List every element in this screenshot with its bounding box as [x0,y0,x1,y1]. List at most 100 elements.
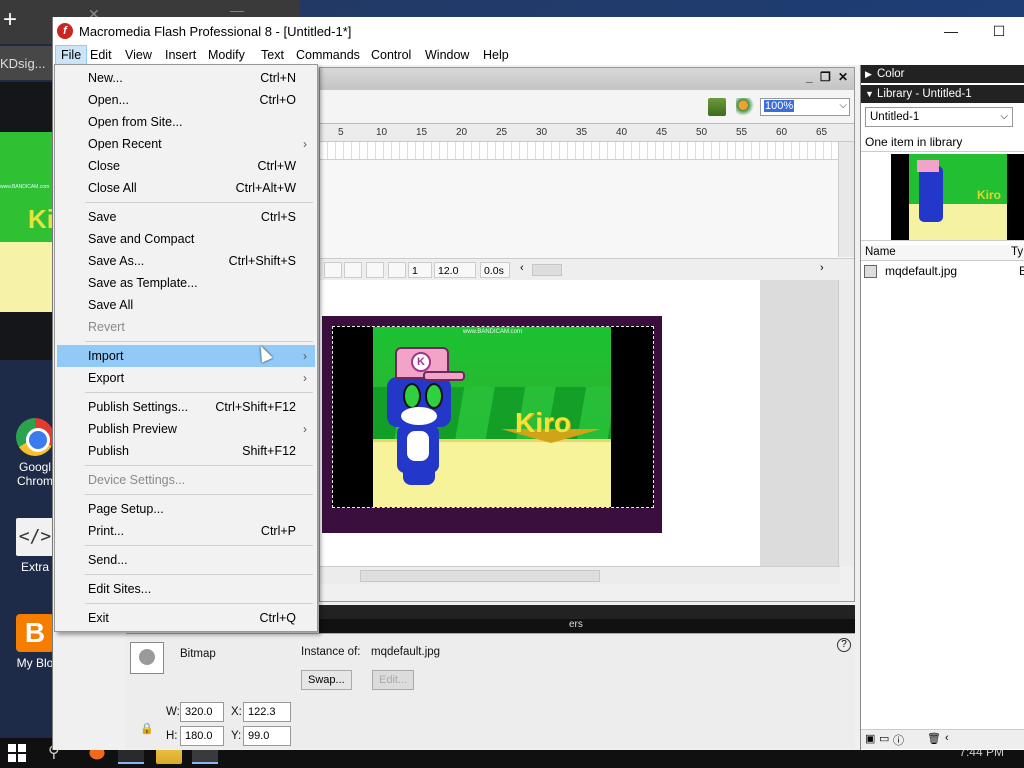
properties-tab-fragment[interactable]: ers [569,619,583,630]
y-field[interactable]: 99.0 [243,726,291,746]
menu-item-save-as[interactable]: Save As... Ctrl+Shift+S [57,250,315,272]
bitmap-icon [130,642,164,674]
menu-item-device-settings[interactable]: Device Settings... [57,469,315,491]
menu-item-open-from-site[interactable]: Open from Site... [57,111,315,133]
menu-window[interactable]: Window [420,45,474,65]
x-label: X: [231,706,242,718]
windows-start-icon[interactable] [8,744,26,762]
onion-skin-icon[interactable] [324,262,342,278]
timeline-frames[interactable] [320,142,854,160]
bitmap-instance[interactable]: www.BANDICAM.com Kiro K [332,326,654,508]
minimize-icon[interactable]: — [230,2,244,18]
menu-item-page-setup[interactable]: Page Setup... [57,498,315,520]
edit-scene-icon[interactable] [708,98,726,116]
stage-hscroll-thumb[interactable] [360,570,600,582]
menu-item-import[interactable]: Import › [57,345,315,367]
stage-horizontal-scrollbar[interactable] [320,566,840,584]
menu-item-new[interactable]: New... Ctrl+N [57,67,315,89]
ruler-tick: 20 [456,127,468,138]
width-label: W: [166,706,180,718]
scroll-left-icon[interactable]: ‹ [945,732,949,744]
menu-item-print[interactable]: Print... Ctrl+P [57,520,315,542]
new-symbol-icon[interactable]: ▣ [865,732,875,745]
height-field[interactable]: 180.0 [180,726,224,746]
flash-app-icon: f [57,23,73,39]
menu-item-save-as-template[interactable]: Save as Template... [57,272,315,294]
menu-item-shortcut: Ctrl+Alt+W [235,181,296,195]
bitmap-kiro-text: Kiro [515,407,571,438]
ruler-tick: 10 [376,127,388,138]
swap-button[interactable]: Swap... [301,670,352,690]
menu-item-close[interactable]: Close Ctrl+W [57,155,315,177]
maximize-button[interactable]: ☐ [979,21,1019,41]
menu-item-shortcut: Ctrl+Shift+F12 [215,400,296,414]
menu-item-label: Close [88,159,120,173]
menu-view[interactable]: View [120,45,157,65]
menu-modify[interactable]: Modify [203,45,250,65]
doc-minimize-icon[interactable]: _ [806,70,813,84]
new-tab-icon[interactable]: + [3,8,17,32]
edit-symbols-icon[interactable] [736,98,754,116]
library-document-select[interactable]: Untitled-1 ⌵ [865,107,1013,127]
stage[interactable]: www.BANDICAM.com Kiro K [322,316,662,533]
column-name[interactable]: Name [865,246,896,258]
zoom-combobox[interactable]: 100% ⌵ [760,98,850,116]
stage-vertical-scrollbar[interactable] [838,280,854,566]
menu-item-publish-preview[interactable]: Publish Preview › [57,418,315,440]
menu-item-export[interactable]: Export › [57,367,315,389]
menu-commands[interactable]: Commands [291,45,365,65]
doc-close-icon[interactable]: ✕ [838,70,848,84]
menu-item-label: Open from Site... [88,115,183,129]
scroll-left-icon[interactable]: ‹ [520,262,524,274]
menu-item-save[interactable]: Save Ctrl+S [57,206,315,228]
library-footer: ▣ ▭ ⓘ 🗑 ‹ [861,729,1024,749]
properties-icon[interactable]: ⓘ [893,732,904,748]
menu-file[interactable]: File [55,45,88,65]
menu-control[interactable]: Control [366,45,416,65]
edit-button[interactable]: Edit... [372,670,415,690]
menu-item-label: Save and Compact [88,232,195,246]
menu-edit[interactable]: Edit [85,45,117,65]
document-tabbar: _ ❐ ✕ [320,68,854,90]
edit-multiple-frames-icon[interactable] [366,262,384,278]
menu-text[interactable]: Text [256,45,289,65]
menu-item-save-all[interactable]: Save All [57,294,315,316]
chrome-icon [16,418,54,456]
x-field[interactable]: 122.3 [243,702,291,722]
library-panel-header[interactable]: ▼ Library - Untitled-1 [861,85,1024,103]
color-panel-header[interactable]: ▶ Color [861,65,1024,83]
delete-icon[interactable]: 🗑 [927,732,941,745]
onion-outline-icon[interactable] [344,262,362,278]
menu-item-revert[interactable]: Revert [57,316,315,338]
menu-item-close-all[interactable]: Close All Ctrl+Alt+W [57,177,315,199]
menu-item-open[interactable]: Open... Ctrl+O [57,89,315,111]
menu-help[interactable]: Help [478,45,514,65]
scroll-right-icon[interactable]: › [820,262,824,274]
menu-item-publish[interactable]: Publish Shift+F12 [57,440,315,462]
lock-icon[interactable]: 🔒 [140,722,154,735]
instance-of-label: Instance of: [301,646,361,658]
timeline-ruler: 5 10 15 20 25 30 35 40 45 50 55 60 65 [320,124,854,142]
minimize-button[interactable]: — [931,21,971,41]
modify-onion-markers-icon[interactable] [388,262,406,278]
menu-insert[interactable]: Insert [160,45,201,65]
menu-item-edit-sites[interactable]: Edit Sites... [57,578,315,600]
timeline-hscroll-thumb[interactable] [532,264,562,276]
menu-item-send[interactable]: Send... [57,549,315,571]
help-icon[interactable]: ? [837,638,851,652]
library-item-row[interactable]: mqdefault.jpg E [861,263,1024,281]
background-browser-tab[interactable]: KDsig... [0,46,54,80]
menu-item-save-and-compact[interactable]: Save and Compact [57,228,315,250]
menu-item-label: Publish [88,444,129,458]
width-field[interactable]: 320.0 [180,702,224,722]
ruler-tick: 25 [496,127,508,138]
menu-item-shortcut: Ctrl+N [260,71,296,85]
right-panel: ▶ Color ▼ Library - Untitled-1 Untitled-… [860,65,1024,750]
timeline-scrollbar[interactable] [838,142,854,257]
doc-restore-icon[interactable]: ❐ [820,70,831,84]
menu-item-exit[interactable]: Exit Ctrl+Q [57,607,315,629]
menu-item-open-recent[interactable]: Open Recent › [57,133,315,155]
menu-item-publish-settings[interactable]: Publish Settings... Ctrl+Shift+F12 [57,396,315,418]
column-type[interactable]: Ty [1011,246,1023,258]
new-folder-icon[interactable]: ▭ [879,732,889,745]
